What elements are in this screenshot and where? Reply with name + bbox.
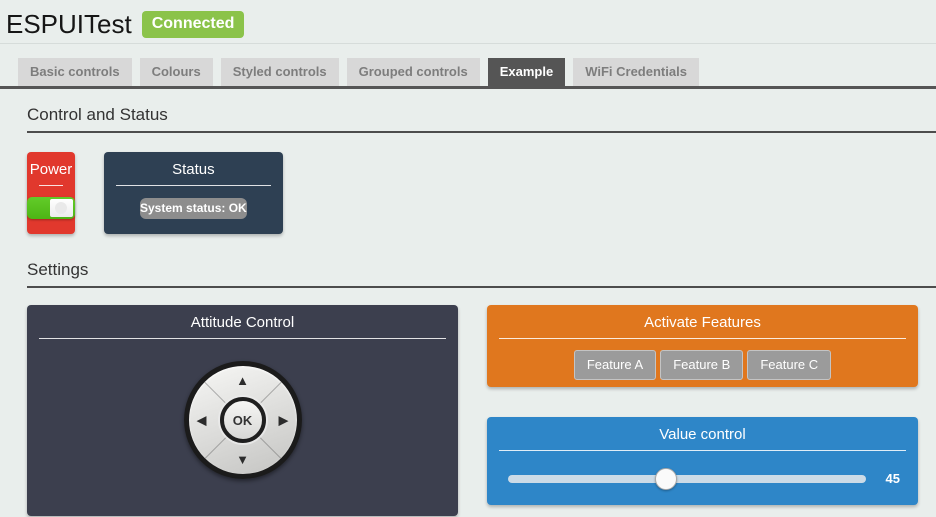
joystick-pad[interactable]: ▲ ▼ ◀ ▶ OK [184, 361, 302, 479]
tab-colours[interactable]: Colours [140, 58, 213, 86]
value-control-panel: Value control 45 [487, 417, 918, 505]
left-arrow-icon[interactable]: ◀ [197, 414, 207, 427]
feature-c-button[interactable]: Feature C [747, 350, 831, 380]
power-toggle-switch[interactable] [27, 197, 75, 219]
right-arrow-icon[interactable]: ▶ [279, 414, 289, 427]
attitude-panel-title: Attitude Control [27, 305, 458, 338]
features-panel-divider [499, 338, 906, 339]
status-panel-divider [116, 185, 271, 186]
power-panel: Power [27, 152, 75, 234]
tab-basic-controls[interactable]: Basic controls [18, 58, 132, 86]
value-panel-title: Value control [487, 417, 918, 450]
slider-knob[interactable] [655, 468, 677, 490]
activate-features-panel: Activate Features Feature A Feature B Fe… [487, 305, 918, 387]
attitude-control-panel: Attitude Control ▲ ▼ ◀ ▶ OK [27, 305, 458, 516]
features-panel-title: Activate Features [487, 305, 918, 338]
ok-button[interactable]: OK [220, 397, 266, 443]
control-status-row: Power Status System status: OK [27, 152, 918, 234]
tab-example[interactable]: Example [488, 58, 565, 86]
power-panel-title: Power [27, 152, 75, 185]
attitude-panel-divider [39, 338, 446, 339]
tab-styled-controls[interactable]: Styled controls [221, 58, 339, 86]
settings-right-column: Activate Features Feature A Feature B Fe… [487, 305, 918, 516]
slider-row: 45 [508, 471, 900, 486]
value-slider[interactable] [508, 475, 866, 483]
status-panel-title: Status [104, 152, 283, 185]
section-title-settings: Settings [27, 260, 936, 288]
value-panel-divider [499, 450, 906, 451]
feature-b-button[interactable]: Feature B [660, 350, 743, 380]
connection-status-badge: Connected [142, 11, 245, 38]
toggle-knob[interactable] [50, 199, 73, 217]
tab-grouped-controls[interactable]: Grouped controls [347, 58, 480, 86]
feature-a-button[interactable]: Feature A [574, 350, 656, 380]
power-panel-divider [39, 185, 63, 186]
tab-bar: Basic controls Colours Styled controls G… [0, 44, 936, 89]
section-title-control-status: Control and Status [27, 105, 936, 133]
slider-value: 45 [880, 471, 900, 486]
down-arrow-icon[interactable]: ▼ [236, 453, 249, 466]
app-header: ESPUITest Connected [0, 0, 936, 44]
status-panel: Status System status: OK [104, 152, 283, 234]
settings-row: Attitude Control ▲ ▼ ◀ ▶ OK Activate Fea… [27, 305, 918, 516]
up-arrow-icon[interactable]: ▲ [236, 374, 249, 387]
system-status-label: System status: OK [140, 198, 247, 219]
tab-wifi-credentials[interactable]: WiFi Credentials [573, 58, 699, 86]
feature-buttons-row: Feature A Feature B Feature C [487, 350, 918, 380]
app-title: ESPUITest [6, 9, 132, 40]
